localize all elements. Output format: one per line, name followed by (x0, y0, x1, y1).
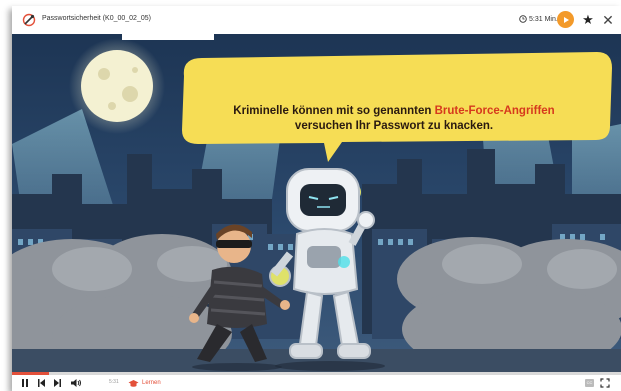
lesson-title: Passwortsicherheit (K0_00_02_05) (42, 15, 151, 22)
subtitles-icon[interactable]: CC (585, 379, 594, 387)
learn-label: Lernen (142, 380, 161, 386)
learn-button[interactable]: Lernen (128, 377, 161, 389)
bubble-line1-prefix: Kriminelle können mit so genannten (233, 105, 435, 117)
graduation-cap-icon (128, 379, 139, 387)
elapsed-time: 5:31 (109, 379, 119, 385)
skip-forward-icon[interactable] (53, 377, 62, 389)
close-icon[interactable]: ✕ (601, 12, 615, 28)
speech-bubble-text: Kriminelle können mit so genannten Brute… (174, 104, 614, 134)
lesson-window: Passwortsicherheit (K0_00_02_05) 5:31 Mi… (12, 6, 621, 391)
play-circle-icon[interactable] (557, 11, 574, 28)
moon (81, 50, 153, 122)
scene-illustration (12, 34, 621, 372)
skip-back-icon[interactable] (37, 377, 46, 389)
bubble-highlight: Brute-Force-Angriffen (434, 105, 555, 117)
volume-icon[interactable] (70, 377, 82, 389)
star-icon[interactable]: ★ (581, 12, 595, 28)
duration-label: 5:31 Min. (529, 15, 558, 23)
bubble-line2: versuchen Ihr Passwort zu knacken. (294, 120, 494, 132)
title-overlay-patch (122, 30, 214, 40)
clock-icon (519, 15, 527, 23)
duration-display: 5:31 Min. (519, 15, 558, 23)
fullscreen-icon[interactable] (600, 378, 610, 388)
animation-scene: Kriminelle können mit so genannten Brute… (12, 34, 621, 372)
pause-icon[interactable] (21, 377, 29, 389)
course-icon (22, 13, 36, 27)
player-controls: 5:31 Lernen CC (12, 375, 621, 391)
header-bar: Passwortsicherheit (K0_00_02_05) 5:31 Mi… (12, 6, 621, 34)
